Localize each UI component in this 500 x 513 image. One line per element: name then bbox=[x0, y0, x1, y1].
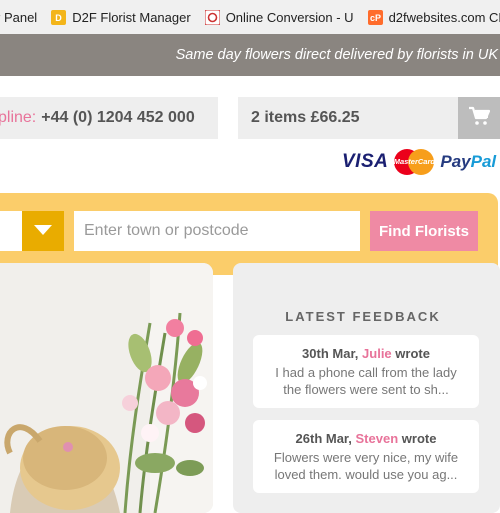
feedback-text: Flowers were very nice, my wife loved th… bbox=[253, 449, 479, 483]
mastercard-label: MasterCard bbox=[393, 157, 435, 166]
mastercard-logo: MasterCard bbox=[393, 149, 435, 175]
hero-photo bbox=[0, 263, 213, 513]
feedback-line: Flowers were very nice, my wife bbox=[273, 450, 459, 465]
bookmark-cpanel[interactable]: cP d2fwebsites.com CPan bbox=[367, 9, 500, 25]
find-florists-button[interactable]: Find Florists bbox=[370, 211, 478, 251]
cpanel-icon: cP bbox=[367, 9, 383, 25]
bookmark-label: d2fwebsites.com CPan bbox=[388, 9, 500, 25]
bookmarks-bar: r Panel D D2F Florist Manager Online Con… bbox=[0, 0, 500, 35]
feedback-card[interactable]: 26th Mar, Steven wrote Flowers were very… bbox=[253, 420, 479, 493]
feedback-line: I had a phone call from the lady bbox=[275, 365, 457, 380]
search-select[interactable] bbox=[0, 211, 22, 251]
feedback-date: 26th Mar, bbox=[295, 431, 352, 446]
feedback-line: the flowers were sent to sh... bbox=[283, 382, 449, 397]
basket-summary[interactable]: 2 items £66.25 bbox=[238, 97, 458, 139]
feedback-header: 30th Mar, Julie wrote bbox=[253, 346, 479, 361]
feedback-title: LATEST FEEDBACK bbox=[285, 309, 441, 324]
svg-text:cP: cP bbox=[370, 13, 381, 23]
postcode-input[interactable] bbox=[74, 211, 360, 251]
feedback-card[interactable]: 30th Mar, Julie wrote I had a phone call… bbox=[253, 335, 479, 408]
bookmark-label: r Panel bbox=[0, 9, 38, 25]
bookmark-panel[interactable]: r Panel bbox=[0, 10, 37, 25]
feedback-line: loved them. would use you ag... bbox=[274, 467, 458, 482]
feedback-author: Julie bbox=[362, 346, 392, 361]
payment-logos: VISA MasterCard PayPal bbox=[342, 146, 500, 178]
basket-text: 2 items £66.25 bbox=[251, 109, 360, 126]
bookmark-d2f-florist-manager[interactable]: D D2F Florist Manager bbox=[51, 9, 191, 25]
feedback-date: 30th Mar, bbox=[302, 346, 359, 361]
delivery-banner: Same day flowers direct delivered by flo… bbox=[0, 34, 500, 76]
helpline-number[interactable]: +44 (0) 1204 452 000 bbox=[41, 109, 194, 127]
feedback-wrote: wrote bbox=[395, 346, 430, 361]
d2f-icon: D bbox=[51, 9, 67, 25]
svg-text:D: D bbox=[55, 13, 62, 23]
caret-down-icon bbox=[34, 222, 52, 240]
cart-button[interactable] bbox=[458, 97, 500, 139]
paypal-logo: PayPal bbox=[440, 152, 497, 171]
shopping-cart-icon bbox=[468, 106, 491, 131]
feedback-wrote: wrote bbox=[401, 431, 437, 446]
bookmark-online-conversion[interactable]: Online Conversion - U bbox=[204, 9, 354, 25]
feedback-text: I had a phone call from the lady the flo… bbox=[253, 364, 479, 398]
banner-text: Same day flowers direct delivered by flo… bbox=[175, 47, 498, 63]
visa-logo: VISA bbox=[342, 151, 389, 172]
feedback-header: 26th Mar, Steven wrote bbox=[253, 431, 479, 446]
bookmark-label: Online Conversion - U bbox=[225, 9, 354, 25]
bookmark-label: D2F Florist Manager bbox=[72, 9, 191, 25]
feedback-author: Steven bbox=[355, 431, 399, 446]
helpline-box: pline: +44 (0) 1204 452 000 bbox=[0, 97, 218, 139]
conversion-icon bbox=[204, 9, 221, 25]
helpline-label: pline: bbox=[0, 109, 37, 126]
dropdown-toggle-button[interactable] bbox=[22, 211, 64, 251]
